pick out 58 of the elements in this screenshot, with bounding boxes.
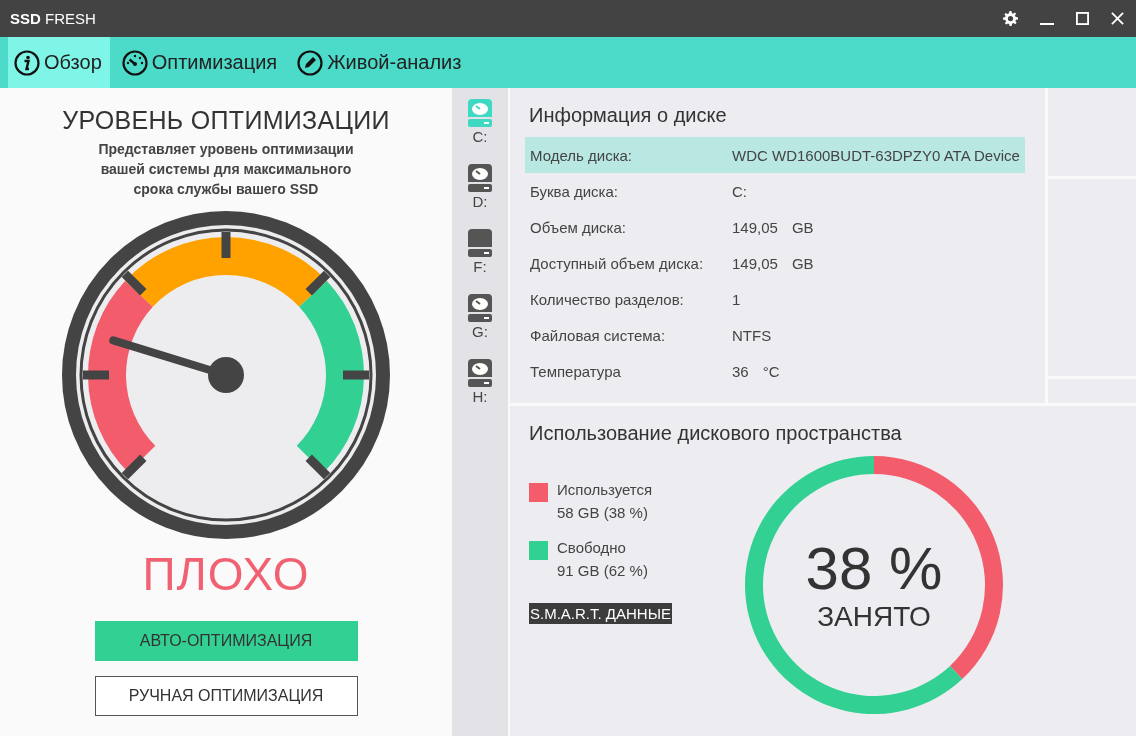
info-label: Объем диска: (529, 218, 627, 236)
info-value: 1 (732, 290, 741, 308)
panel-title: Информация о диске (529, 104, 728, 127)
drive-item[interactable]: H: (465, 356, 495, 421)
info-unit: GB (791, 254, 814, 272)
info-label: Количество разделов: (529, 290, 685, 308)
info-row[interactable]: Модель диска: WDC WD1600BUDT-63DPZY0 ATA Device (525, 137, 1025, 173)
hard-drive-icon (465, 98, 495, 128)
pencil-icon (297, 49, 324, 76)
info-label: Доступный объем диска: (529, 254, 705, 272)
info-row[interactable]: Количество разделов: 1 (525, 281, 1025, 317)
close-icon[interactable] (1111, 12, 1124, 25)
info-value: NTFS (732, 326, 772, 344)
optimize-button[interactable]: РУЧНАЯ ОПТИМИЗАЦИЯ (94, 676, 358, 716)
gauge-icon (121, 49, 148, 76)
info-unit: GB (791, 218, 814, 236)
info-value: C: (732, 182, 747, 200)
tab[interactable]: Обзор (8, 37, 110, 88)
section-title: УРОВЕНЬ ОПТИМИЗАЦИИ (62, 106, 390, 135)
drive-item[interactable]: C: (465, 96, 495, 161)
usage-label: ЗАНЯТО (817, 601, 931, 633)
usage-percent: 38 % (805, 537, 943, 601)
info-label: Модель диска: (529, 146, 634, 164)
optimize-button[interactable]: АВТО-ОПТИМИЗАЦИЯ (94, 621, 358, 661)
info-value: 149,05 (732, 218, 778, 236)
legend-value: 91 GB (62 %) (557, 562, 648, 579)
legend-label: Свободно (557, 539, 627, 556)
drive-item[interactable]: F: (465, 226, 495, 291)
description: Представляет уровень оптимизации вашей системы для максимального срока службы вашего SSD (97, 140, 355, 199)
drive-item[interactable]: D: (465, 161, 495, 226)
info-row[interactable]: Буква диска: C: (525, 173, 1025, 209)
info-row[interactable]: Объем диска: 149,05 GB (525, 209, 1025, 245)
info-row[interactable]: Файловая система: NTFS (525, 317, 1025, 353)
tab[interactable]: Живой-анализ (291, 37, 470, 88)
drive-item[interactable]: G: (465, 291, 495, 356)
info-row[interactable]: Доступный объем диска: 149,05 GB (525, 245, 1025, 281)
legend-label: Используется (557, 481, 653, 498)
info-row[interactable]: Температура 36 °C (525, 353, 1025, 389)
tab[interactable]: Оптимизация (115, 37, 286, 88)
hard-drive-icon (465, 228, 495, 258)
info-label: Буква диска: (529, 182, 619, 200)
maximize-icon[interactable] (1076, 12, 1089, 25)
info-icon (14, 49, 40, 76)
settings-icon[interactable] (1003, 11, 1018, 26)
status-label: ПЛОХО (142, 547, 310, 601)
info-value: 36 (732, 362, 749, 380)
window-title: SSD FRESH (10, 10, 96, 27)
info-label: Температура (529, 362, 622, 380)
panel-title: Использование дискового пространства (529, 422, 903, 445)
info-unit: °C (762, 362, 780, 380)
info-value: 149,05 (732, 254, 778, 272)
hard-drive-icon (465, 293, 495, 323)
legend-value: 58 GB (38 %) (557, 504, 649, 521)
hard-drive-icon (465, 358, 495, 388)
smart-button[interactable]: S.M.A.R.T. ДАННЫЕ (529, 603, 672, 624)
hard-drive-icon (465, 163, 495, 193)
info-label: Файловая система: (529, 326, 667, 344)
info-value: WDC WD1600BUDT-63DPZY0 ATA Device (732, 146, 1020, 164)
